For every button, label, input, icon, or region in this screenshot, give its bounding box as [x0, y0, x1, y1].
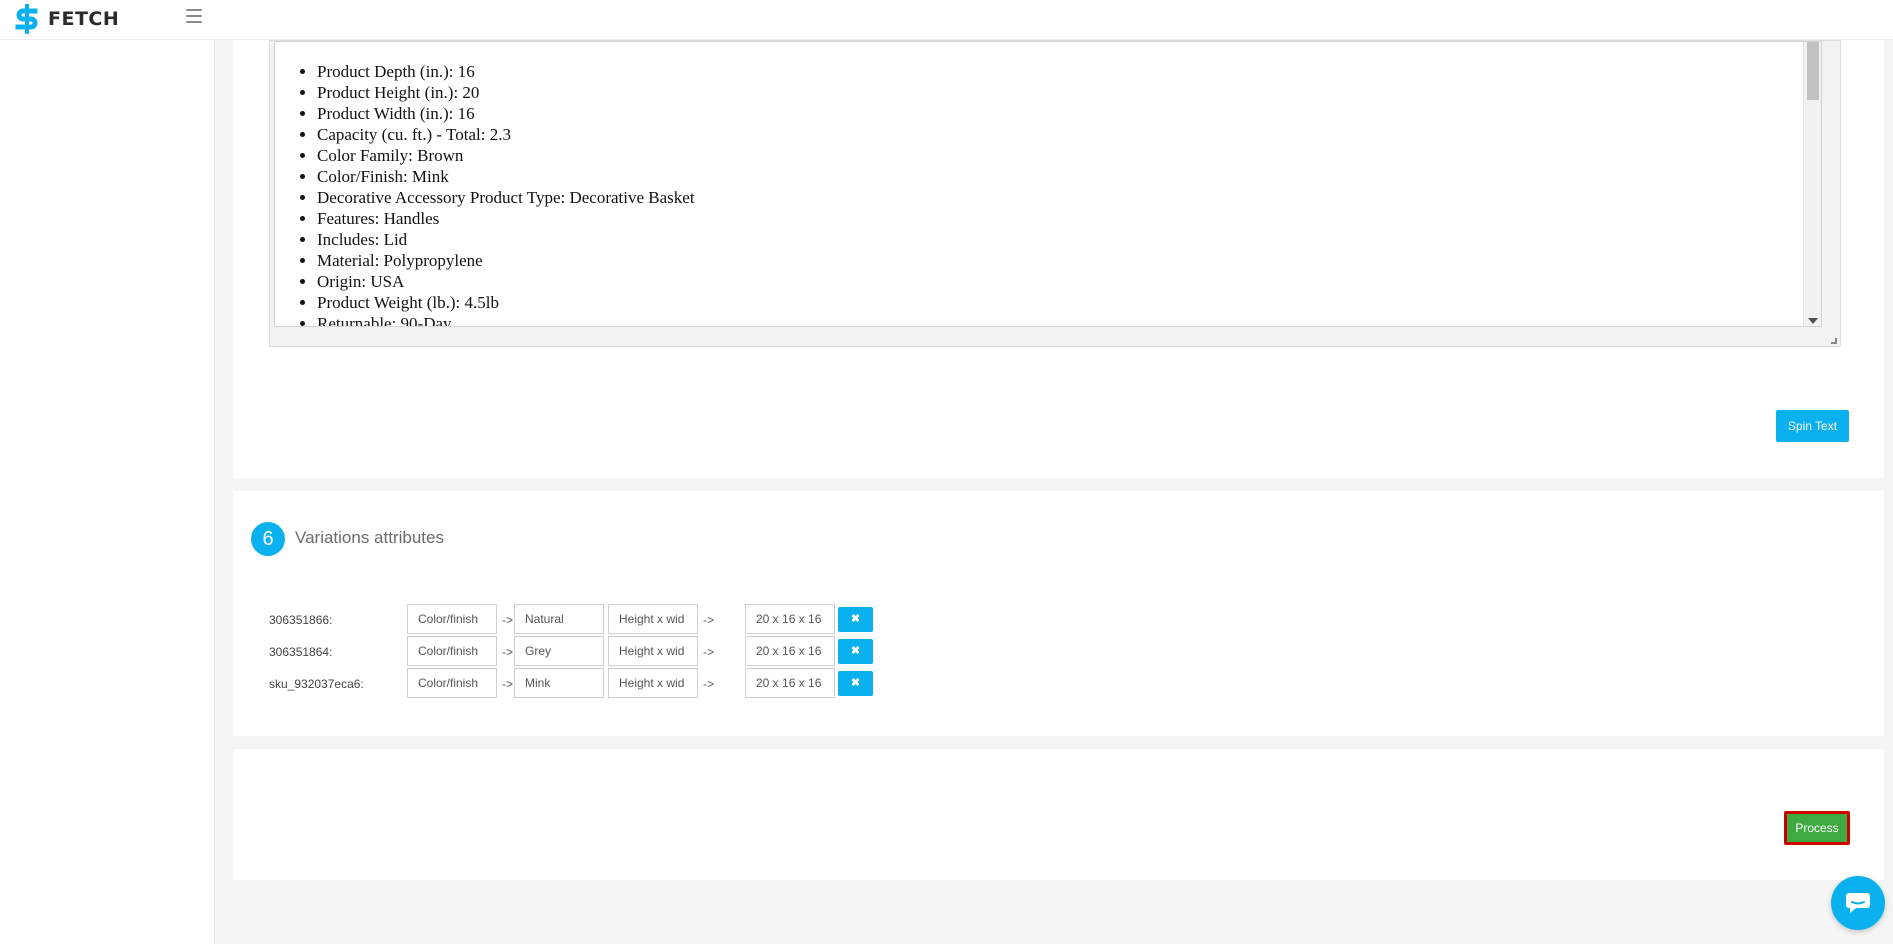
spin-text-button[interactable]: Spin Text — [1776, 410, 1849, 442]
variation-row: 306351864: Color/finish -> Grey Height x… — [269, 636, 873, 666]
list-item: Features: Handles — [317, 208, 695, 229]
vertical-scrollbar[interactable] — [1803, 42, 1821, 326]
dollar-s-icon — [15, 4, 38, 34]
attribute-name-input[interactable]: Color/finish — [407, 668, 497, 698]
list-item: Product Height (in.): 20 — [317, 82, 695, 103]
attribute-value-input[interactable]: 20 x 16 x 16 — [745, 604, 835, 634]
description-panel: Product Depth (in.): 16 Product Height (… — [233, 0, 1884, 478]
rich-text-editor: Product Depth (in.): 16 Product Height (… — [269, 40, 1841, 347]
description-textarea[interactable]: Product Depth (in.): 16 Product Height (… — [274, 41, 1822, 327]
close-icon[interactable]: ✖ — [838, 639, 873, 664]
mapping-arrow: -> — [502, 645, 514, 659]
attribute-name-input[interactable]: Height x wid — [608, 668, 698, 698]
list-item: Product Width (in.): 16 — [317, 103, 695, 124]
variation-row: sku_932037eca6: Color/finish -> Mink Hei… — [269, 668, 873, 698]
attribute-value-input[interactable]: Grey — [514, 636, 604, 666]
top-bar: FETCH — [0, 0, 1893, 40]
attribute-value-input[interactable]: Mink — [514, 668, 604, 698]
list-item: Decorative Accessory Product Type: Decor… — [317, 187, 695, 208]
variation-row: 306351866: Color/finish -> Natural Heigh… — [269, 604, 873, 634]
step-number-badge: 6 — [251, 522, 285, 556]
mapping-arrow: -> — [502, 677, 514, 691]
attribute-name-input[interactable]: Height x wid — [608, 604, 698, 634]
variation-sku: sku_932037eca6: — [269, 677, 364, 691]
mapping-arrow: -> — [703, 613, 715, 627]
hamburger-icon[interactable] — [186, 9, 202, 23]
attribute-value-input[interactable]: Natural — [514, 604, 604, 634]
process-button[interactable]: Process — [1784, 811, 1850, 845]
list-item: Color/Finish: Mink — [317, 166, 695, 187]
chat-bubble-icon — [1846, 893, 1870, 913]
attribute-value-input[interactable]: 20 x 16 x 16 — [745, 636, 835, 666]
list-item: Product Weight (lb.): 4.5lb — [317, 292, 695, 313]
list-item: Color Family: Brown — [317, 145, 695, 166]
attribute-name-input[interactable]: Height x wid — [608, 636, 698, 666]
process-panel: Process — [233, 749, 1884, 880]
list-item: Product Depth (in.): 16 — [317, 61, 695, 82]
scrollbar-thumb[interactable] — [1807, 42, 1819, 100]
section-title: Variations attributes — [295, 528, 444, 547]
list-item: Capacity (cu. ft.) - Total: 2.3 — [317, 124, 695, 145]
list-item: Returnable: 90-Day — [317, 313, 695, 326]
spec-list: Product Depth (in.): 16 Product Height (… — [275, 61, 695, 326]
attribute-name-input[interactable]: Color/finish — [407, 604, 497, 634]
variation-sku: 306351866: — [269, 613, 333, 627]
mapping-arrow: -> — [502, 613, 514, 627]
chat-widget-button[interactable] — [1831, 876, 1885, 930]
mapping-arrow: -> — [703, 645, 715, 659]
brand-name: FETCH — [48, 8, 120, 30]
attribute-name-input[interactable]: Color/finish — [407, 636, 497, 666]
scroll-down-arrow-icon[interactable] — [1808, 318, 1818, 324]
variations-panel: 6 Variations attributes 306351866: Color… — [233, 491, 1884, 736]
attribute-value-input[interactable]: 20 x 16 x 16 — [745, 668, 835, 698]
list-item: Material: Polypropylene — [317, 250, 695, 271]
brand-logo[interactable]: FETCH — [14, 4, 119, 34]
close-icon[interactable]: ✖ — [838, 607, 873, 632]
sidebar — [0, 40, 215, 944]
resize-handle-icon[interactable] — [1831, 338, 1837, 344]
list-item: Origin: USA — [317, 271, 695, 292]
close-icon[interactable]: ✖ — [838, 671, 873, 696]
list-item: Includes: Lid — [317, 229, 695, 250]
variation-sku: 306351864: — [269, 645, 333, 659]
mapping-arrow: -> — [703, 677, 715, 691]
